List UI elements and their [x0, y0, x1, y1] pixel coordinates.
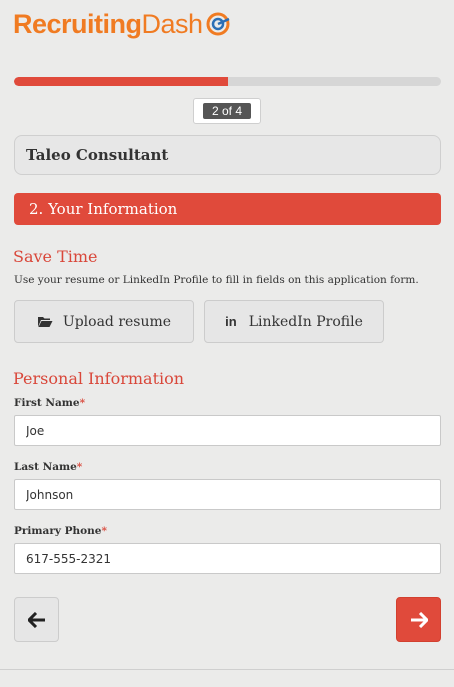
arrow-left-icon — [27, 611, 45, 628]
folder-open-icon — [37, 316, 53, 327]
last-name-label: Last Name* — [14, 461, 83, 473]
step-indicator: 2 of 4 — [193, 98, 261, 124]
linkedin-profile-button[interactable]: in LinkedIn Profile — [204, 300, 384, 343]
personal-info-heading: Personal Information — [13, 369, 185, 388]
required-mark: * — [76, 461, 83, 473]
logo-text-bold: Recruiting — [13, 8, 142, 39]
required-mark: * — [79, 397, 86, 409]
required-mark: * — [101, 525, 107, 537]
logo-target-icon — [206, 12, 230, 36]
section-header: 2. Your Information — [14, 193, 441, 225]
upload-resume-button[interactable]: Upload resume — [14, 300, 194, 343]
save-time-heading: Save Time — [13, 247, 98, 266]
footer-divider — [0, 669, 454, 670]
first-name-label: First Name* — [14, 397, 86, 409]
save-time-description: Use your resume or LinkedIn Profile to f… — [14, 274, 419, 286]
first-name-field[interactable] — [14, 415, 441, 446]
last-name-field[interactable] — [14, 479, 441, 510]
primary-phone-label: Primary Phone* — [14, 525, 107, 537]
linkedin-profile-label: LinkedIn Profile — [248, 313, 363, 330]
primary-phone-field[interactable] — [14, 543, 441, 574]
logo-text-light: Dash — [141, 8, 204, 39]
next-button[interactable] — [396, 597, 441, 642]
section-title: 2. Your Information — [29, 200, 178, 218]
linkedin-icon: in — [225, 314, 237, 329]
step-label: 2 of 4 — [202, 103, 252, 119]
arrow-right-icon — [410, 611, 428, 628]
upload-resume-label: Upload resume — [62, 313, 172, 330]
logo: Recruiting Dash — [13, 6, 231, 42]
job-title: Taleo Consultant — [26, 146, 169, 164]
progress-bar-fill — [14, 77, 228, 86]
progress-bar — [14, 77, 441, 86]
job-title-card: Taleo Consultant — [14, 135, 441, 175]
back-button[interactable] — [14, 597, 59, 642]
